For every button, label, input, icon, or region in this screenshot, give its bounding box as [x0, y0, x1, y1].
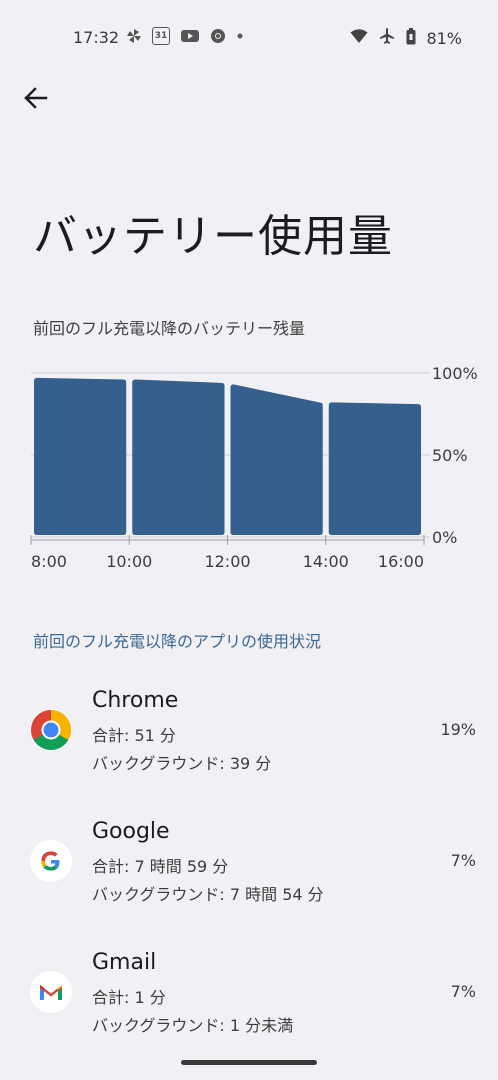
app-name: Google: [92, 819, 170, 844]
app-name: Gmail: [92, 950, 157, 975]
back-button[interactable]: [22, 84, 50, 112]
airplane-icon: [378, 27, 396, 49]
app-battery-percent: 7%: [450, 982, 476, 1001]
chart-area-segment: [132, 379, 225, 535]
app-row-chrome[interactable]: Chrome 合計: 51 分 バックグラウンド: 39 分 19%: [0, 684, 498, 804]
app-background-usage: バックグラウンド: 7 時間 54 分: [92, 885, 324, 904]
dot-icon: [236, 32, 244, 40]
app-row-gmail[interactable]: Gmail 合計: 1 分 バックグラウンド: 1 分未満 7%: [0, 946, 498, 1066]
chart-x-tick-label: 8:00: [31, 552, 67, 571]
pinwheel-icon: [126, 28, 142, 44]
calendar-day: 31: [154, 31, 168, 41]
chart-y-tick-label: 100%: [432, 364, 478, 383]
app-battery-percent: 19%: [440, 720, 476, 739]
battery-level-chart: 100% 50% 0% 8:00 10:00 12:00 14:00 16:00: [30, 364, 478, 571]
app-total-usage: 合計: 51 分: [92, 726, 176, 745]
chart-x-tick-label: 10:00: [106, 552, 152, 571]
chart-y-tick-label: 50%: [432, 446, 468, 465]
app-background-usage: バックグラウンド: 1 分未満: [92, 1016, 294, 1035]
status-time: 17:32: [73, 28, 120, 47]
arrow-left-icon: [24, 87, 48, 109]
chart-area-segment: [328, 402, 421, 535]
calendar-icon: 31: [152, 27, 170, 45]
wifi-icon: [350, 28, 368, 48]
app-battery-percent: 7%: [450, 851, 476, 870]
chart-x-tick-label: 14:00: [303, 552, 349, 571]
google-icon: [30, 840, 72, 882]
app-total-usage: 合計: 7 時間 59 分: [92, 857, 229, 876]
gesture-nav-handle[interactable]: [181, 1060, 317, 1065]
chart-area-segment: [230, 384, 323, 535]
apps-usage-heading: 前回のフル充電以降のアプリの使用状況: [33, 632, 322, 651]
chart-x-tick-label: 16:00: [378, 552, 424, 571]
chart-y-tick-label: 0%: [432, 528, 457, 547]
chart-heading: 前回のフル充電以降のバッテリー残量: [33, 319, 306, 338]
app-name: Chrome: [92, 688, 179, 713]
chart-x-tick-label: 12:00: [204, 552, 250, 571]
gmail-icon: [30, 971, 72, 1013]
status-bar: 17:32 31 81%: [0, 0, 498, 78]
system-icons: 81%: [350, 27, 462, 49]
youtube-icon: [180, 28, 200, 44]
chart-area-segment: [34, 377, 127, 535]
app-total-usage: 合計: 1 分: [92, 988, 166, 1007]
chrome-icon: [30, 709, 72, 751]
app-background-usage: バックグラウンド: 39 分: [92, 754, 272, 773]
notification-icons: 31: [126, 27, 244, 45]
app-row-google[interactable]: Google 合計: 7 時間 59 分 バックグラウンド: 7 時間 54 分…: [0, 815, 498, 935]
page-title: バッテリー使用量: [33, 211, 393, 262]
chrome-icon: [210, 28, 226, 44]
battery-percent: 81%: [426, 28, 462, 48]
battery-icon: [406, 27, 416, 49]
